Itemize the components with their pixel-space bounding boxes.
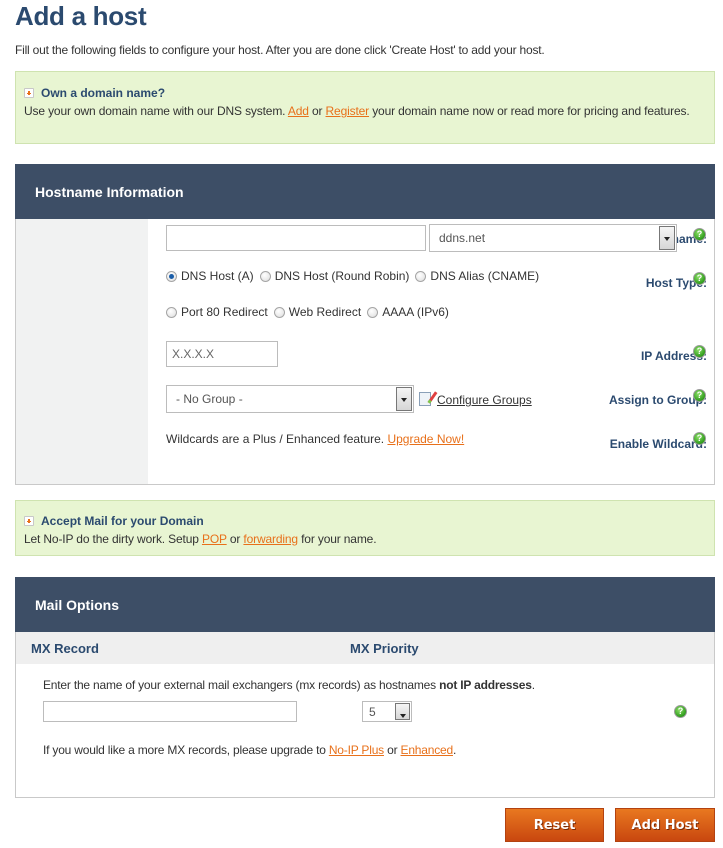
forwarding-link[interactable]: forwarding bbox=[243, 532, 298, 546]
host-type-web-redirect[interactable]: Web Redirect bbox=[273, 305, 362, 319]
enhanced-link[interactable]: Enhanced bbox=[401, 743, 454, 757]
upgrade-now-link[interactable]: Upgrade Now! bbox=[387, 432, 464, 446]
add-domain-link[interactable]: Add bbox=[288, 104, 309, 118]
domain-callout: Own a domain name? Use your own domain n… bbox=[15, 71, 715, 144]
domain-callout-toggle[interactable]: Own a domain name? bbox=[24, 86, 706, 100]
mx-priority-select[interactable]: 5 bbox=[362, 701, 412, 722]
mail-callout-text-start: Let No-IP do the dirty work. Setup bbox=[24, 532, 202, 546]
radio-button[interactable] bbox=[273, 306, 285, 318]
help-icon[interactable]: ? bbox=[693, 272, 706, 285]
help-icon[interactable]: ? bbox=[693, 389, 706, 402]
mx-priority-value: 5 bbox=[369, 704, 376, 719]
page-intro: Fill out the following fields to configu… bbox=[15, 43, 545, 57]
label-column bbox=[16, 219, 148, 484]
mail-callout-text: Let No-IP do the dirty work. Setup POP o… bbox=[24, 532, 706, 547]
mx-record-header: MX Record bbox=[31, 640, 99, 656]
help-icon[interactable]: ? bbox=[693, 228, 706, 241]
chevron-down-icon[interactable] bbox=[659, 226, 675, 250]
radio-button[interactable] bbox=[415, 270, 427, 282]
domain-select-value: ddns.net bbox=[439, 231, 486, 245]
expand-icon[interactable] bbox=[24, 516, 34, 526]
mx-record-input[interactable] bbox=[43, 701, 297, 722]
domain-callout-or: or bbox=[308, 104, 326, 118]
mx-upgrade-message: If you would like a more MX records, ple… bbox=[43, 743, 329, 757]
domain-callout-title: Own a domain name? bbox=[41, 86, 166, 100]
domain-callout-text-end: your domain name now or read more for pr… bbox=[369, 104, 690, 118]
mail-callout-toggle[interactable]: Accept Mail for your Domain bbox=[24, 514, 706, 528]
mx-instruction-bold: not IP addresses bbox=[439, 678, 532, 692]
radio-label: Web Redirect bbox=[288, 305, 362, 319]
group-select-value: - No Group - bbox=[176, 392, 243, 406]
chevron-down-icon[interactable] bbox=[395, 703, 410, 720]
radio-button[interactable] bbox=[166, 306, 177, 318]
pop-link[interactable]: POP bbox=[202, 532, 227, 546]
host-type-round-robin[interactable]: DNS Host (Round Robin) bbox=[259, 269, 410, 283]
radio-button-checked[interactable] bbox=[166, 270, 177, 282]
radio-label: Port 80 Redirect bbox=[181, 305, 268, 319]
radio-label: DNS Host (Round Robin) bbox=[274, 269, 410, 283]
mx-instruction-end: . bbox=[531, 678, 535, 692]
mail-callout-title: Accept Mail for your Domain bbox=[41, 514, 204, 528]
expand-icon[interactable] bbox=[24, 88, 34, 98]
mx-column-headers: MX Record MX Priority bbox=[16, 632, 714, 664]
noip-plus-link[interactable]: No-IP Plus bbox=[329, 743, 384, 757]
radio-button[interactable] bbox=[367, 306, 379, 318]
help-icon[interactable]: ? bbox=[674, 705, 687, 718]
register-domain-link[interactable]: Register bbox=[326, 104, 370, 118]
radio-button[interactable] bbox=[259, 270, 271, 282]
mail-callout-or: or bbox=[226, 532, 244, 546]
add-host-button[interactable]: Add Host bbox=[615, 808, 715, 842]
radio-label: DNS Alias (CNAME) bbox=[430, 269, 540, 283]
mx-upgrade-or: or bbox=[383, 743, 401, 757]
domain-callout-text: Use your own domain name with our DNS sy… bbox=[24, 104, 706, 119]
mx-instruction-text: Enter the name of your external mail exc… bbox=[43, 678, 440, 692]
chevron-down-icon[interactable] bbox=[396, 387, 412, 411]
help-icon[interactable]: ? bbox=[693, 345, 706, 358]
group-select[interactable]: - No Group - bbox=[166, 385, 414, 413]
reset-button[interactable]: Reset bbox=[505, 808, 604, 842]
host-type-dns-a[interactable]: DNS Host (A) bbox=[166, 269, 254, 283]
hostname-input[interactable] bbox=[166, 225, 426, 251]
mail-section-header: Mail Options bbox=[15, 577, 715, 632]
host-type-cname[interactable]: DNS Alias (CNAME) bbox=[415, 269, 539, 283]
wildcard-text: Wildcards are a Plus / Enhanced feature.… bbox=[166, 432, 464, 446]
radio-label: AAAA (IPv6) bbox=[382, 305, 449, 319]
domain-callout-text-start: Use your own domain name with our DNS sy… bbox=[24, 104, 288, 118]
mail-callout-text-end: for your name. bbox=[297, 532, 377, 546]
host-type-aaaa[interactable]: AAAA (IPv6) bbox=[367, 305, 449, 319]
wildcard-message: Wildcards are a Plus / Enhanced feature. bbox=[166, 432, 388, 446]
host-type-port80-redirect[interactable]: Port 80 Redirect bbox=[166, 305, 268, 319]
mx-priority-header: MX Priority bbox=[350, 640, 419, 656]
mx-upgrade-text: If you would like a more MX records, ple… bbox=[43, 743, 456, 757]
domain-select[interactable]: ddns.net bbox=[429, 224, 677, 252]
hostname-section-header: Hostname Information bbox=[15, 164, 715, 219]
mail-callout: Accept Mail for your Domain Let No-IP do… bbox=[15, 500, 715, 556]
mx-instructions: Enter the name of your external mail exc… bbox=[43, 678, 535, 692]
page-title: Add a host bbox=[15, 1, 147, 31]
hostname-information-panel: Hostname Information Hostname: ddns.net … bbox=[15, 164, 715, 485]
mail-options-panel: Mail Options MX Record MX Priority Enter… bbox=[15, 577, 715, 798]
ip-address-input[interactable] bbox=[166, 341, 278, 367]
configure-groups-link[interactable]: Configure Groups bbox=[437, 393, 532, 407]
mx-upgrade-end: . bbox=[452, 743, 457, 757]
host-type-radio-group-row2: Port 80 Redirect Web Redirect AAAA (IPv6… bbox=[166, 305, 455, 319]
edit-icon[interactable] bbox=[419, 392, 431, 406]
radio-label: DNS Host (A) bbox=[181, 269, 254, 283]
help-icon[interactable]: ? bbox=[693, 432, 706, 445]
host-type-radio-group-row1: DNS Host (A) DNS Host (Round Robin) DNS … bbox=[166, 269, 545, 283]
